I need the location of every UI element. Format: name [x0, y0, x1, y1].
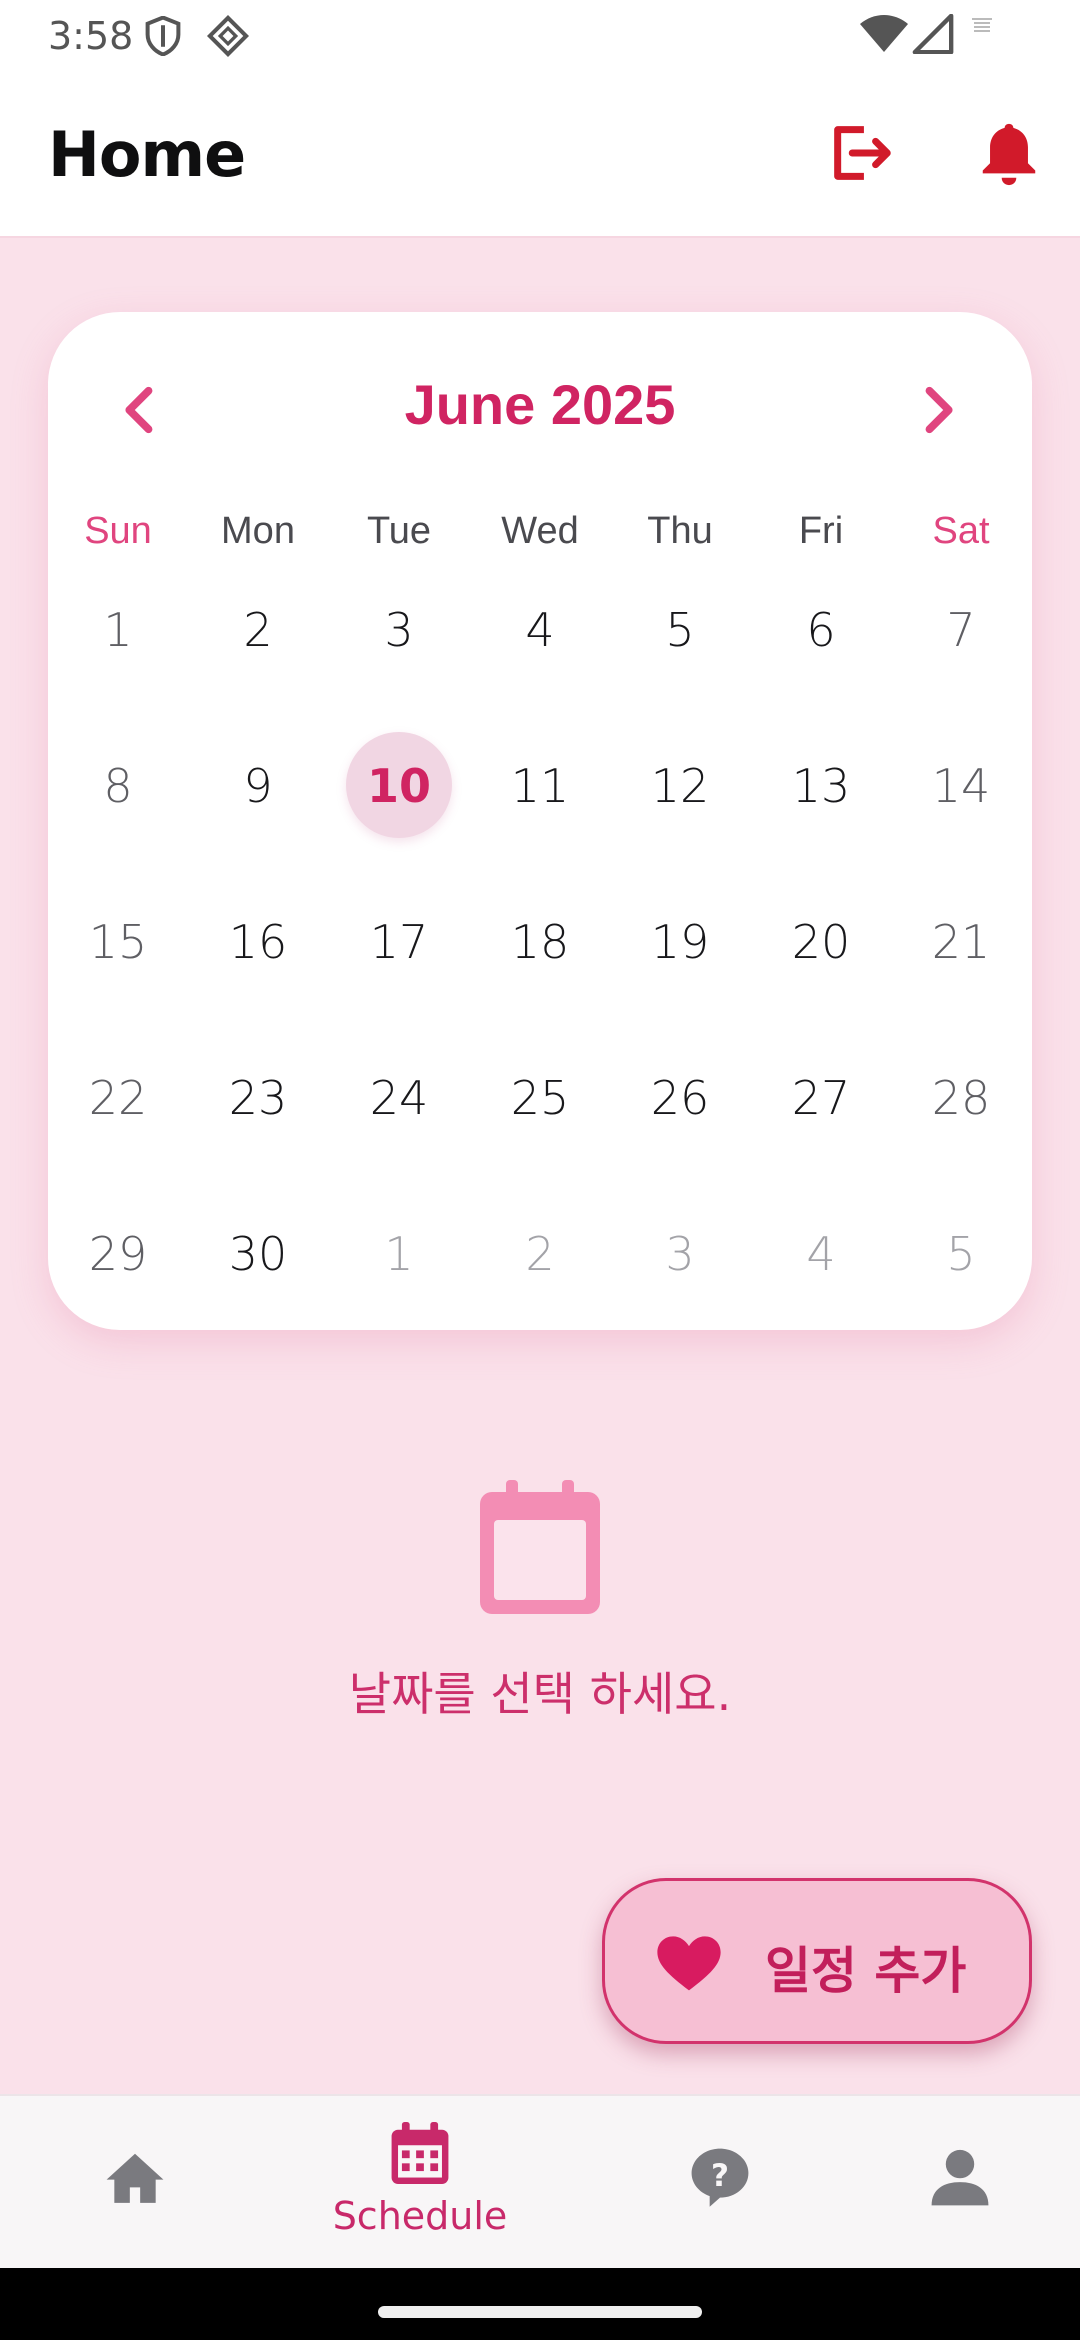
- calendar-day[interactable]: 1: [48, 590, 188, 670]
- calendar-day[interactable]: 30: [188, 1214, 328, 1294]
- calendar-day[interactable]: 19: [610, 902, 750, 982]
- wifi-icon: [860, 15, 908, 52]
- calendar-day[interactable]: 24: [329, 1058, 469, 1138]
- calendar-day[interactable]: 17: [329, 902, 469, 982]
- calendar-day[interactable]: 16: [188, 902, 328, 982]
- nav-item-help[interactable]: ?: [585, 2096, 855, 2270]
- calendar-day[interactable]: 26: [610, 1058, 750, 1138]
- calendar-day[interactable]: 8: [48, 746, 188, 826]
- home-icon: [106, 2153, 164, 2203]
- calendar-day[interactable]: 2: [470, 1214, 610, 1294]
- calendar-day[interactable]: 23: [188, 1058, 328, 1138]
- add-schedule-button[interactable]: 일정 추가: [602, 1878, 1032, 2044]
- empty-state-message: 날짜를 선택 하세요.: [348, 1667, 732, 1721]
- diamond-icon: [206, 14, 250, 58]
- calendar-day[interactable]: 9: [188, 746, 328, 826]
- nav-item-profile[interactable]: [825, 2096, 1080, 2270]
- calendar-day[interactable]: 27: [751, 1058, 891, 1138]
- home-gesture-bar[interactable]: [378, 2306, 702, 2318]
- calendar-day[interactable]: 29: [48, 1214, 188, 1294]
- chevron-right-icon[interactable]: [912, 380, 964, 440]
- weekday-sat: Sat: [932, 510, 990, 552]
- nav-item-home[interactable]: [0, 2096, 270, 2270]
- signal-icon: [912, 14, 954, 54]
- calendar-icon: [391, 2122, 449, 2184]
- system-nav-bar: [0, 2268, 1080, 2340]
- add-schedule-label: 일정 추가: [765, 1942, 967, 2000]
- calendar-day[interactable]: 3: [610, 1214, 750, 1294]
- shield-icon: [145, 16, 181, 56]
- calendar-day[interactable]: 28: [891, 1058, 1031, 1138]
- calendar-day[interactable]: 15: [48, 902, 188, 982]
- month-title: June 2025: [404, 373, 676, 436]
- calendar-day[interactable]: 4: [470, 590, 610, 670]
- weekday-fri: Fri: [798, 510, 844, 552]
- calendar-day[interactable]: 22: [48, 1058, 188, 1138]
- weekday-wed: Wed: [501, 510, 579, 552]
- status-bar: 3:58: [0, 0, 1080, 72]
- battery-icon: [972, 18, 992, 32]
- calendar-day[interactable]: 25: [470, 1058, 610, 1138]
- bell-icon[interactable]: [974, 118, 1044, 188]
- calendar-day[interactable]: 12: [610, 746, 750, 826]
- nav-label-schedule: Schedule: [332, 2194, 508, 2238]
- weekday-sun: Sun: [84, 510, 152, 552]
- calendar-day[interactable]: 10: [329, 746, 469, 826]
- calendar-day[interactable]: 20: [751, 902, 891, 982]
- weekday-thu: Thu: [647, 510, 713, 552]
- calendar-day[interactable]: 18: [470, 902, 610, 982]
- chevron-left-icon[interactable]: [114, 380, 166, 440]
- svg-text:?: ?: [711, 2158, 729, 2194]
- logout-icon[interactable]: [826, 118, 896, 188]
- page-title: Home: [48, 118, 246, 191]
- calendar-day[interactable]: 2: [188, 590, 328, 670]
- app-bar: Home: [0, 72, 1080, 238]
- calendar-day[interactable]: 5: [891, 1214, 1031, 1294]
- calendar-day[interactable]: 3: [329, 590, 469, 670]
- calendar-day[interactable]: 7: [891, 590, 1031, 670]
- heart-icon: [657, 1936, 721, 1991]
- calendar-day[interactable]: 1: [329, 1214, 469, 1294]
- weekday-tue: Tue: [366, 510, 432, 552]
- person-icon: [931, 2149, 989, 2206]
- calendar-day[interactable]: 6: [751, 590, 891, 670]
- question-bubble-icon: ?: [691, 2148, 749, 2207]
- nav-item-schedule[interactable]: Schedule: [285, 2096, 555, 2270]
- calendar-day[interactable]: 4: [751, 1214, 891, 1294]
- calendar-day[interactable]: 21: [891, 902, 1031, 982]
- status-time: 3:58: [48, 14, 134, 58]
- weekday-mon: Mon: [221, 510, 295, 552]
- calendar-day[interactable]: 14: [891, 746, 1031, 826]
- calendar-day[interactable]: 11: [470, 746, 610, 826]
- calendar-icon: [480, 1480, 600, 1614]
- calendar-day[interactable]: 5: [610, 590, 750, 670]
- bottom-nav: Schedule ?: [0, 2094, 1080, 2268]
- calendar-day[interactable]: 13: [751, 746, 891, 826]
